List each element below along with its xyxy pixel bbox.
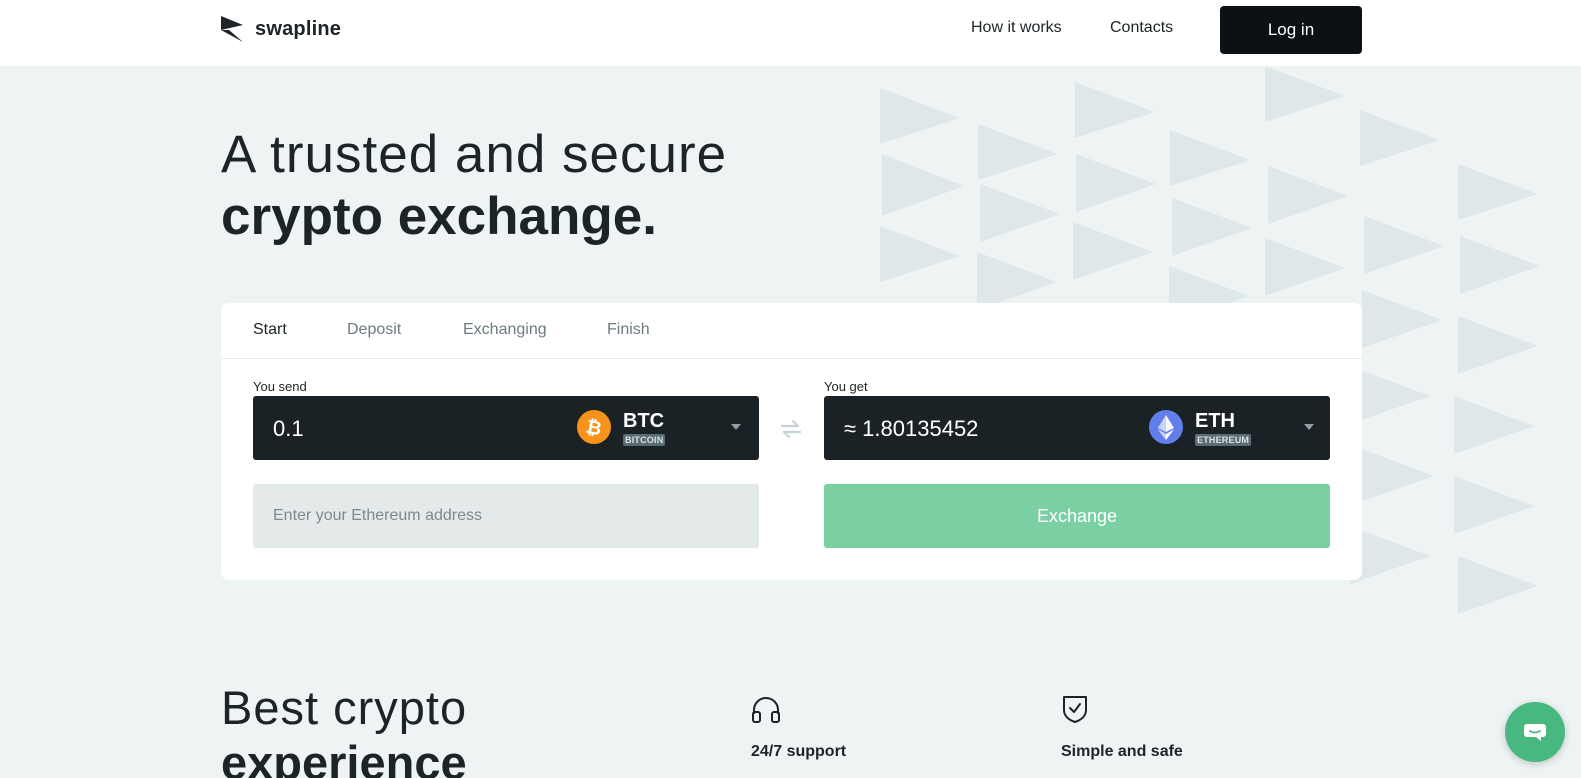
exchange-card: Start Deposit Exchanging Finish You send… [221,303,1362,580]
hero-title-line1: A trusted and secure [221,125,728,184]
feature-safe-title: Simple and safe [1061,743,1183,760]
nav-contacts[interactable]: Contacts [1110,19,1173,37]
ethereum-icon [1149,410,1183,444]
get-currency-dropdown-icon[interactable] [1304,424,1314,430]
logo-text: swapline [255,17,342,40]
exchange-button[interactable]: Exchange [824,484,1330,548]
login-button[interactable]: Log in [1220,6,1362,54]
site-header: swapline How it works Contacts Log in [0,0,1581,66]
exchange-steps: Start Deposit Exchanging Finish [221,303,1362,359]
send-currency-ticker[interactable]: BTC [623,410,664,433]
chat-icon [1524,724,1546,741]
nav-how-it-works[interactable]: How it works [971,19,1062,37]
send-amount-value[interactable]: 0.1 [273,416,304,442]
you-get-label: You get [824,379,868,394]
bitcoin-icon: ₿ [577,410,611,444]
send-currency-name: BITCOIN [623,434,666,446]
send-currency-dropdown-icon[interactable] [731,424,741,430]
features-title-line1: Best crypto [221,681,468,734]
get-amount-field[interactable]: ≈ 1.80135452 ETH ETHEREUM [824,396,1330,460]
tab-start[interactable]: Start [253,321,287,339]
send-amount-field[interactable]: 0.1 ₿ BTC BITCOIN [253,396,759,460]
get-currency-ticker[interactable]: ETH [1195,410,1235,433]
swap-arrows-icon[interactable] [781,420,801,438]
logo-mark-icon [221,16,243,42]
shield-check-icon [1063,696,1087,723]
get-amount-value: ≈ 1.80135452 [844,416,979,441]
chat-widget-button[interactable] [1505,702,1565,762]
feature-support-title: 24/7 support [751,743,847,760]
you-send-label: You send [253,379,307,394]
features-title-line2: experience [221,736,467,778]
hero-title-line2: crypto exchange. [221,187,657,246]
tab-exchanging[interactable]: Exchanging [463,321,547,339]
ethereum-address-input[interactable] [253,484,759,548]
logo[interactable]: swapline [221,16,341,42]
tab-deposit[interactable]: Deposit [347,321,401,339]
headphones-icon [752,697,780,723]
svg-text:₿: ₿ [584,416,604,441]
get-currency-name: ETHEREUM [1195,434,1252,446]
tab-finish[interactable]: Finish [607,321,650,339]
